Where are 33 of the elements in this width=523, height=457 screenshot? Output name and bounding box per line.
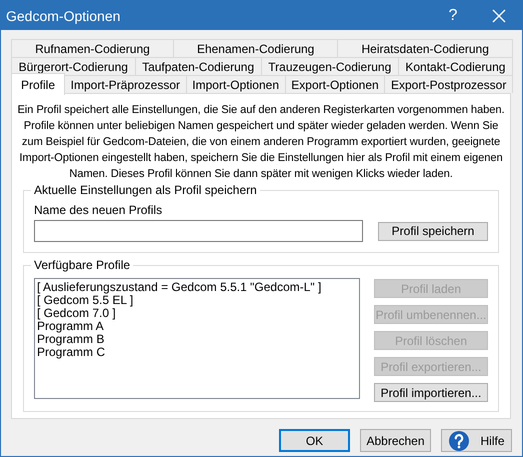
- tab[interactable]: Rufnamen-Codierung: [11, 39, 174, 57]
- description-text: Ein Profil speichert alle Einstellungen, die Sie auf den anderen Registerkarten vorgenommen haben. Profile können unter beliebigen Namen gespeichert und später wieder geladen werden. Wenn Sie zum Beispiel für Gedcom-Dateien, die von einem anderen Programm exportiert wurden, geeignete Import-Optionen eingestellt haben, speichern Sie die Einstellungen hier als Profil mit einem eigenen Namen. Dieses Profil können Sie dann später mit wenigen Klicks wieder laden.: [16, 103, 506, 182]
- help-button[interactable]: ?: [430, 6, 476, 24]
- group-title: Aktuelle Einstellungen als Profil speichern: [31, 183, 260, 197]
- tab[interactable]: Taufpaten-Codierung: [134, 57, 262, 75]
- tab[interactable]: Trauzeugen-Codierung: [260, 57, 399, 75]
- profile-item[interactable]: Programm A: [37, 320, 357, 333]
- profile-item[interactable]: Programm B: [37, 333, 357, 346]
- profile-action-button[interactable]: Profil importieren...: [374, 383, 488, 402]
- tab[interactable]: Heiratsdaten-Codierung: [337, 39, 513, 57]
- window-title: Gedcom-Optionen: [6, 8, 122, 24]
- profile-item[interactable]: [ Gedcom 7.0 ]: [37, 307, 357, 320]
- group-title: Verfügbare Profile: [31, 258, 134, 272]
- help-button[interactable]: Hilfe: [441, 429, 512, 452]
- tab[interactable]: Ehenamen-Codierung: [172, 39, 338, 57]
- profile-item[interactable]: Programm C: [37, 346, 357, 359]
- profile-list[interactable]: [ Auslieferungszustand = Gedcom 5.5.1 "Gedcom-L" ] [ Gedcom 5.5 EL ] [ Gedcom 7.0 ] Programm A Programm B Programm C: [34, 278, 360, 399]
- field-label: Name des neuen Profils: [34, 203, 164, 217]
- tab[interactable]: Profile: [11, 73, 65, 95]
- profile-name-field[interactable]: [34, 220, 363, 242]
- profile-item[interactable]: [ Auslieferungszustand = Gedcom 5.5.1 "Gedcom-L" ]: [37, 281, 357, 294]
- tab[interactable]: Export-Optionen: [284, 75, 386, 93]
- tab[interactable]: Bürgerort-Codierung: [11, 57, 136, 75]
- tab[interactable]: Import-Präprozessor: [64, 75, 187, 93]
- tab[interactable]: Export-Postprozessor: [384, 75, 513, 93]
- tab[interactable]: Import-Optionen: [186, 75, 286, 93]
- profile-item[interactable]: [ Gedcom 5.5 EL ]: [37, 294, 357, 307]
- ok-button[interactable]: OK: [279, 429, 350, 452]
- close-icon: [492, 8, 506, 22]
- help-icon: [448, 430, 470, 452]
- save-profile-button[interactable]: Profil speichern: [378, 222, 488, 240]
- tab[interactable]: Kontakt-Codierung: [398, 57, 513, 75]
- cancel-button[interactable]: Abbrechen: [360, 429, 431, 452]
